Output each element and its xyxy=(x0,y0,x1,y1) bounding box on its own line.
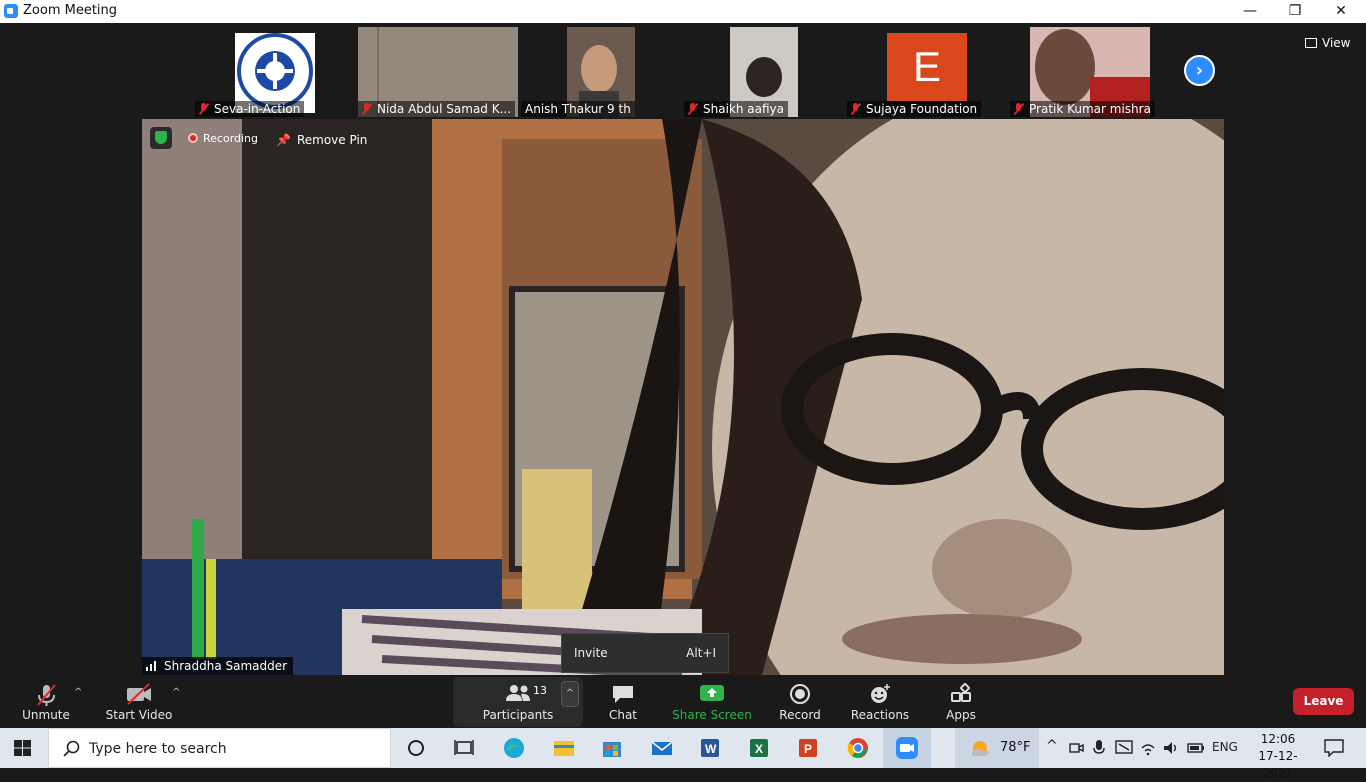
screen-share-tray-icon[interactable] xyxy=(1115,740,1133,756)
participant-name: Nida Abdul Samad K... xyxy=(358,101,516,117)
security-shield-icon[interactable] xyxy=(150,127,172,149)
participant-thumbnail[interactable]: Anish Thakur 9 th xyxy=(521,27,681,117)
language-indicator[interactable]: ENG xyxy=(1212,740,1238,780)
search-placeholder: Type here to search xyxy=(89,741,227,757)
remove-pin-button[interactable]: 📌 Remove Pin xyxy=(276,133,367,147)
active-speaker-video: Recording 📌 Remove Pin Shraddha Samadder xyxy=(142,119,1224,675)
muted-mic-icon xyxy=(1014,103,1023,115)
clock-time: 12:06 xyxy=(1260,732,1296,746)
windows-taskbar: Type here to search W X P 78°F ^ ENG 12:… xyxy=(0,728,1366,780)
next-page-arrow-icon[interactable]: › xyxy=(1184,55,1215,86)
notifications-icon[interactable] xyxy=(1324,739,1344,757)
thumbnail-strip: Seva-in-Action Nida Abdul Samad K... Ani… xyxy=(195,25,1175,117)
participant-name: Shaikh aafiya xyxy=(684,101,788,117)
reactions-icon xyxy=(871,684,890,703)
participant-count: 13 xyxy=(533,684,547,697)
microsoft-store-icon[interactable] xyxy=(600,736,624,760)
powerpoint-icon[interactable]: P xyxy=(796,736,820,760)
weather-widget[interactable]: 78°F xyxy=(955,728,1039,768)
invite-shortcut: Alt+I xyxy=(686,646,716,660)
windows-start-icon[interactable] xyxy=(14,740,32,757)
battery-icon[interactable] xyxy=(1187,741,1205,755)
leave-button[interactable]: Leave xyxy=(1293,688,1354,715)
chat-icon xyxy=(613,686,633,703)
participant-thumbnail[interactable]: Seva-in-Action xyxy=(195,27,355,117)
restore-button[interactable]: ❐ xyxy=(1272,0,1318,23)
participant-name: Pratik Kumar mishra xyxy=(1010,101,1155,117)
muted-mic-icon xyxy=(199,103,208,115)
recording-dot-icon xyxy=(188,133,198,143)
share-screen-icon xyxy=(700,685,724,701)
chrome-icon[interactable] xyxy=(846,736,870,760)
invite-menu-item[interactable]: Invite xyxy=(574,646,608,660)
participant-name: Anish Thakur 9 th xyxy=(521,101,635,117)
participant-thumbnail[interactable]: Nida Abdul Samad K... xyxy=(358,27,518,117)
avatar: E xyxy=(887,33,967,101)
taskbar-clock[interactable]: 12:06 17-12-2021 xyxy=(1250,731,1306,780)
participant-thumbnail[interactable]: Pratik Kumar mishra xyxy=(1010,27,1170,117)
volume-icon[interactable] xyxy=(1162,740,1180,756)
participants-options-caret[interactable]: ^ xyxy=(561,681,579,707)
zoom-app-icon xyxy=(896,737,918,759)
muted-mic-icon xyxy=(688,103,697,115)
cortana-icon[interactable] xyxy=(404,736,428,760)
chat-button[interactable]: Chat xyxy=(598,677,648,728)
word-icon[interactable]: W xyxy=(698,736,722,760)
participant-name: Sujaya Foundation xyxy=(847,101,982,117)
window-titlebar: Zoom Meeting — ❐ ✕ xyxy=(0,0,1366,23)
unmute-button[interactable]: Unmute xyxy=(12,677,80,728)
search-icon xyxy=(63,740,80,757)
recording-indicator[interactable]: Recording xyxy=(188,132,258,145)
wifi-icon[interactable] xyxy=(1140,740,1156,756)
zoom-app-icon xyxy=(4,4,18,18)
record-button[interactable]: Record xyxy=(774,677,826,728)
file-explorer-icon[interactable] xyxy=(552,736,576,760)
video-options-caret[interactable]: ^ xyxy=(172,687,180,698)
apps-icon xyxy=(951,683,971,702)
edge-browser-icon[interactable] xyxy=(502,736,526,760)
mail-icon[interactable] xyxy=(650,736,674,760)
window-title: Zoom Meeting xyxy=(23,3,118,18)
start-video-button[interactable]: Start Video xyxy=(100,677,178,728)
reactions-button[interactable]: Reactions xyxy=(848,677,912,728)
task-view-icon[interactable] xyxy=(452,736,476,760)
meeting-toolbar: Unmute ^ Start Video ^ Participants 13 ^… xyxy=(0,677,1366,728)
meeting-stage: Seva-in-Action Nida Abdul Samad K... Ani… xyxy=(0,23,1366,677)
show-hidden-icons-icon[interactable]: ^ xyxy=(1046,738,1058,778)
participant-thumbnail[interactable]: E Sujaya Foundation xyxy=(847,27,1007,117)
excel-icon[interactable]: X xyxy=(747,736,771,760)
view-button[interactable]: View xyxy=(1305,32,1359,54)
meet-now-icon[interactable] xyxy=(1068,740,1084,756)
weather-sun-icon xyxy=(971,741,989,756)
pin-icon: 📌 xyxy=(276,133,291,147)
zoom-taskbar-active[interactable] xyxy=(883,728,931,768)
share-screen-button[interactable]: Share Screen xyxy=(672,677,752,728)
speaker-name-tag: Shraddha Samadder xyxy=(142,657,294,675)
audio-options-caret[interactable]: ^ xyxy=(74,687,82,698)
muted-mic-icon xyxy=(851,103,860,115)
participant-thumbnail[interactable]: Shaikh aafiya xyxy=(684,27,844,117)
invite-menu[interactable]: Invite Alt+I xyxy=(561,633,729,673)
video-off-icon xyxy=(127,683,151,705)
clock-date: 17-12-2021 xyxy=(1258,749,1298,780)
participant-name: Seva-in-Action xyxy=(195,101,305,117)
view-grid-icon xyxy=(1305,38,1317,48)
close-button[interactable]: ✕ xyxy=(1318,0,1364,23)
microphone-in-use-icon[interactable] xyxy=(1092,739,1106,757)
record-icon xyxy=(790,684,810,704)
speaker-video-frame xyxy=(142,119,1224,675)
muted-mic-icon xyxy=(362,103,371,115)
svg-text:X: X xyxy=(755,742,763,756)
svg-text:W: W xyxy=(705,742,717,756)
muted-microphone-icon xyxy=(37,684,56,706)
participants-icon xyxy=(506,685,530,701)
signal-strength-icon xyxy=(146,661,160,671)
taskbar-search-box[interactable]: Type here to search xyxy=(48,728,391,768)
apps-button[interactable]: Apps xyxy=(938,677,984,728)
svg-text:P: P xyxy=(804,742,812,756)
minimize-button[interactable]: — xyxy=(1227,0,1273,23)
